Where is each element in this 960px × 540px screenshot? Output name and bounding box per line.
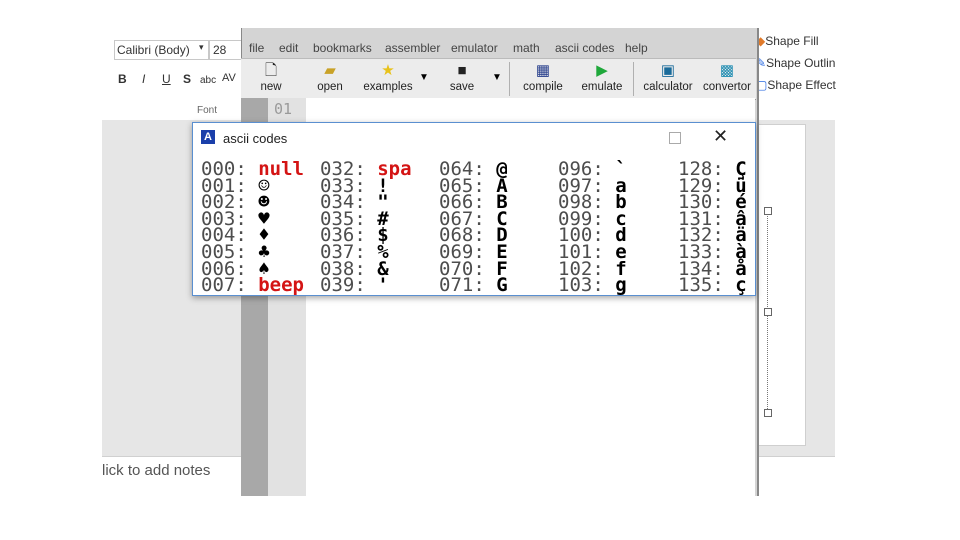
ascii-code: 039: <box>320 274 366 297</box>
star-icon: ★ <box>381 62 395 79</box>
menu-edit[interactable]: edit <box>279 41 298 55</box>
examples-dropdown-arrow[interactable]: ▼ <box>419 72 429 83</box>
ascii-column: 032: spa 033: ! 034: " 035: #036: $037: % 03… <box>320 160 412 297</box>
notes-placeholder: lick to add notes <box>102 462 211 479</box>
font-size-value: 28 <box>213 43 227 57</box>
convertor-button[interactable]: ▩ convertor <box>699 62 755 96</box>
menu-help[interactable]: help <box>625 41 648 55</box>
play-icon: ▶ <box>596 62 608 79</box>
ascii-code: 135: <box>678 274 724 297</box>
calculator-button[interactable]: ▣ calculator <box>640 62 696 96</box>
maximize-button[interactable] <box>669 132 681 144</box>
dialog-titlebar[interactable]: A ascii codes ✕ <box>193 123 755 153</box>
menu-ascii-codes[interactable]: ascii codes <box>555 41 614 55</box>
toolbar-separator <box>509 62 510 96</box>
ascii-char: g <box>615 274 627 297</box>
italic-button[interactable]: I <box>142 72 145 86</box>
ascii-column: 000: null 001: ☺ 002: ☻ 003: ♥ 004: ♦ 005: ♣ 0… <box>201 160 304 297</box>
menu-file[interactable]: file <box>249 41 264 55</box>
ascii-codes-dialog: A ascii codes ✕ 000: null 001: ☺ 002: ☻ 003… <box>192 122 756 296</box>
ascii-entry: 039: ' <box>320 274 412 297</box>
ascii-column: 064: @065: A 066: B 067: C 068: D 069: E 070:… <box>439 160 508 297</box>
menu-math[interactable]: math <box>513 41 540 55</box>
new-button[interactable]: 🗋 new <box>254 62 288 96</box>
ascii-char: beep <box>258 274 304 297</box>
ascii-entry: 103: g <box>558 274 627 297</box>
compile-button[interactable]: ▦ compile <box>518 62 568 96</box>
ascii-entry: 071: G <box>439 274 508 297</box>
font-group-label: Font <box>197 105 218 116</box>
shape-fill-button[interactable]: ◆Shape Fill <box>756 34 819 48</box>
ascii-code: 103: <box>558 274 604 297</box>
save-dropdown-arrow[interactable]: ▼ <box>492 72 502 83</box>
font-name-value: Calibri (Body) <box>117 43 190 57</box>
menu-assembler[interactable]: assembler <box>385 41 440 55</box>
line-number: 01 <box>274 100 293 118</box>
resize-handle[interactable] <box>764 207 772 215</box>
font-size-box[interactable]: 28 <box>209 40 243 60</box>
strikethrough-button[interactable]: abc <box>200 75 216 86</box>
app-icon: A <box>201 130 215 144</box>
convertor-icon: ▩ <box>719 62 735 79</box>
bold-button[interactable]: B <box>118 72 127 86</box>
new-file-icon: 🗋 <box>264 62 278 79</box>
open-button[interactable]: ▰ open <box>312 62 348 96</box>
emulate-button[interactable]: ▶ emulate <box>576 62 628 96</box>
dialog-title: ascii codes <box>223 131 288 146</box>
save-button[interactable]: ■ save <box>445 62 479 96</box>
ascii-char: ' <box>377 274 389 297</box>
ascii-code: 007: <box>201 274 247 297</box>
underline-button[interactable]: U <box>162 72 171 86</box>
shape-effects-button[interactable]: ▢Shape Effect <box>756 78 836 92</box>
menu-bookmarks[interactable]: bookmarks <box>313 41 372 55</box>
shape-format-group: ◆Shape Fill ✎Shape Outlin ▢Shape Effect <box>756 32 836 98</box>
format-buttons: B I U S abc AV <box>118 72 246 90</box>
menu-bar: file edit bookmarks assembler emulator m… <box>241 36 756 58</box>
ascii-entry: 007: beep <box>201 274 304 297</box>
shape-outline-button[interactable]: ✎Shape Outlin <box>756 56 835 70</box>
menu-emulator[interactable]: emulator <box>451 41 498 55</box>
open-folder-icon: ▰ <box>324 62 336 79</box>
floppy-disk-icon: ■ <box>457 62 467 79</box>
examples-button[interactable]: ★ examples <box>360 62 416 96</box>
close-icon[interactable]: ✕ <box>713 126 728 147</box>
ascii-entry: 135: ç <box>678 274 747 297</box>
resize-handle[interactable] <box>764 409 772 417</box>
resize-handle[interactable] <box>764 308 772 316</box>
chevron-down-icon[interactable]: ▾ <box>199 42 204 53</box>
font-name-box[interactable]: Calibri (Body) ▾ <box>114 40 209 60</box>
shadow-button[interactable]: S <box>183 72 191 86</box>
ascii-char: ç <box>735 274 747 297</box>
ascii-column: 128: Ç 129: ü 130: é 131: â 132: ä 133: à 134:… <box>678 160 747 297</box>
chip-icon: ▦ <box>535 62 551 79</box>
calculator-icon: ▣ <box>660 62 676 79</box>
ascii-char: G <box>496 274 508 297</box>
ascii-code: 071: <box>439 274 485 297</box>
character-spacing-button[interactable]: AV <box>222 72 236 84</box>
toolbar-separator <box>633 62 634 96</box>
ascii-column: 096: ` 097: a 098: b 099: c 100: d 101: e 102:… <box>558 160 627 297</box>
slide-edge[interactable] <box>756 124 806 446</box>
